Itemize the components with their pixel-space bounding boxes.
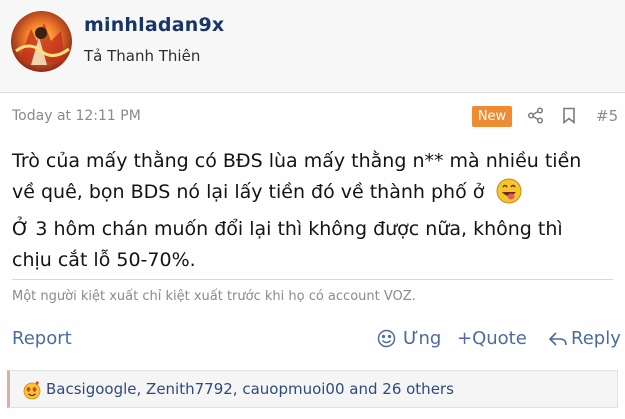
share-icon[interactable] [527, 107, 544, 128]
quote-button[interactable]: +Quote [457, 328, 527, 349]
post-number[interactable]: #5 [596, 107, 618, 125]
post-line: chịu cắt lỗ 50-70%. [12, 249, 196, 271]
reply-icon [548, 331, 567, 346]
reply-label: Reply [571, 328, 621, 349]
react-button[interactable]: Ưng [377, 328, 441, 349]
user-avatar[interactable] [11, 11, 72, 72]
report-button[interactable]: Report [12, 328, 72, 349]
post-line: Trò của mấy thằng có BĐS lùa mấy thằng n… [12, 150, 582, 172]
post-actions: Report Ưng +Quote Reply [0, 318, 625, 360]
love-emoji [22, 380, 42, 404]
bookmark-icon[interactable] [562, 107, 576, 128]
post-header: minhladan9x Tả Thanh Thiên [0, 0, 625, 93]
reply-button[interactable]: Reply [548, 328, 621, 349]
post-line: Ở 3 hôm chán muốn đổi lại thì không được… [12, 218, 563, 240]
reactions-list[interactable]: Bacsigoogle, Zenith7792, cauopmuoi00 and… [46, 380, 454, 398]
signature: Một người kiệt xuất chỉ kiệt xuất trước … [12, 279, 613, 304]
smile-icon [377, 329, 396, 348]
post-timestamp[interactable]: Today at 12:11 PM [12, 108, 141, 124]
post-line: về quê, bọn BDS nó lại lấy tiền đó về th… [12, 177, 612, 214]
react-label: Ưng [403, 328, 442, 349]
grinning-tongue-emoji [496, 178, 522, 214]
post-line-text: về quê, bọn BDS nó lại lấy tiền đó về th… [12, 181, 485, 203]
new-badge: New [472, 106, 512, 127]
user-title: Tả Thanh Thiên [84, 47, 201, 65]
post-body: Trò của mấy thằng có BĐS lùa mấy thằng n… [12, 146, 612, 276]
reactions-bar[interactable]: Bacsigoogle, Zenith7792, cauopmuoi00 and… [7, 370, 618, 408]
username-link[interactable]: minhladan9x [84, 14, 224, 36]
